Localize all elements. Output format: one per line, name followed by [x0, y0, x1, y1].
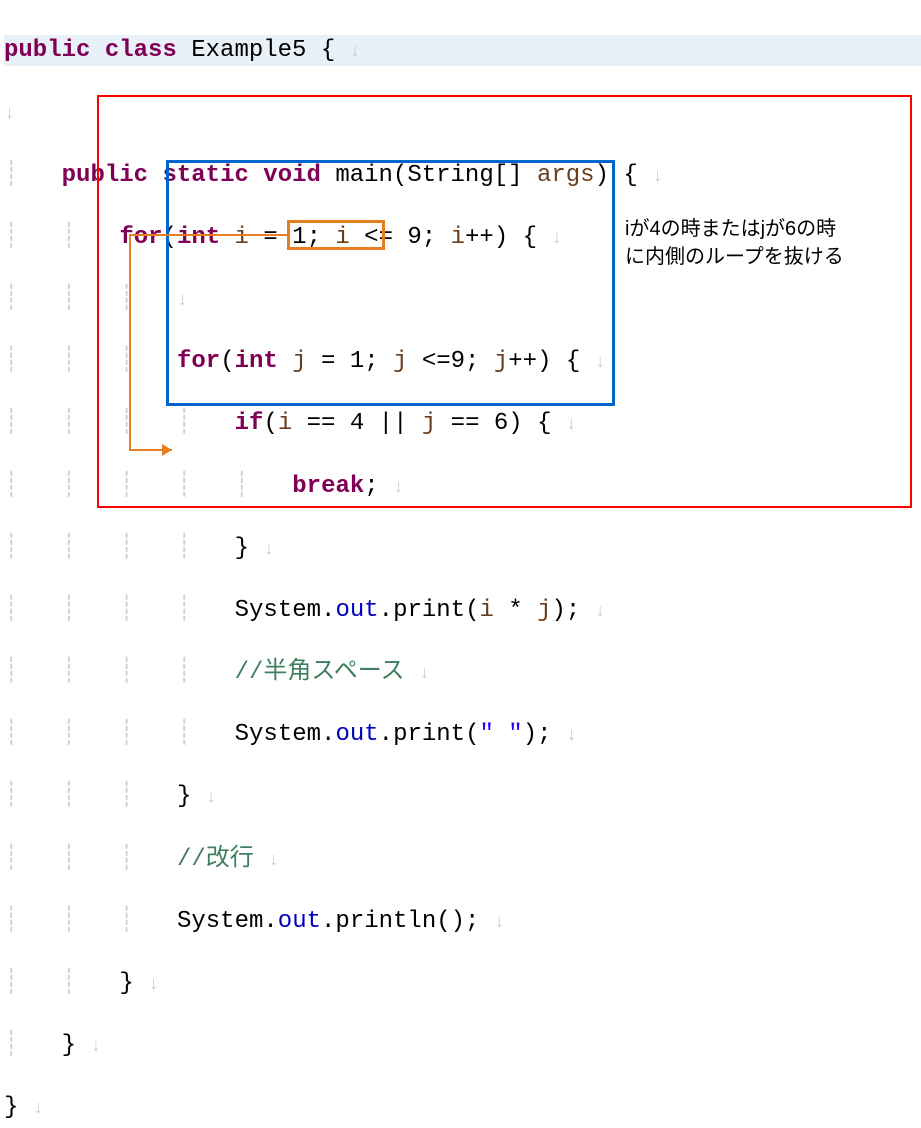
code-line-3: ┊ public static void main(String[] args)… [4, 160, 921, 191]
annotation-text: iが4の時またはjが6の時 に内側のループを抜ける [625, 215, 905, 271]
brace-close: } [4, 1094, 18, 1121]
type-int: int [235, 348, 293, 375]
code-line-13: ┊ ┊ ┊ } ↓ [4, 781, 921, 812]
annotation-line-1: iが4の時またはjが6の時 [625, 218, 836, 240]
code-line-7: ┊ ┊ ┊ ┊ if(i == 4 || j == 6) { ↓ [4, 408, 921, 439]
line-end-marker: ↓ [33, 1099, 44, 1119]
line-end-marker: ↓ [350, 42, 361, 62]
line-end-marker: ↓ [652, 167, 663, 187]
line-end-marker: ↓ [595, 353, 606, 373]
line-end-marker: ↓ [494, 913, 505, 933]
line-end-marker: ↓ [206, 788, 217, 808]
code-line-10: ┊ ┊ ┊ ┊ System.out.print(i * j); ↓ [4, 595, 921, 626]
method-main: main [335, 162, 393, 189]
keyword-public-class: public class [4, 37, 191, 64]
type-int: int [177, 224, 235, 251]
line-end-marker: ↓ [268, 851, 279, 871]
code-line-14: ┊ ┊ ┊ //改行 ↓ [4, 844, 921, 875]
param-args: args [537, 162, 595, 189]
line-end-marker: ↓ [263, 540, 274, 560]
keyword-if: if [235, 410, 264, 437]
code-line-11: ┊ ┊ ┊ ┊ //半角スペース ↓ [4, 657, 921, 688]
code-line-15: ┊ ┊ ┊ System.out.println(); ↓ [4, 906, 921, 937]
keyword-public-static-void: public static void [62, 162, 336, 189]
field-out: out [335, 597, 378, 624]
line-end-marker: ↓ [148, 975, 159, 995]
annotation-line-2: に内側のループを抜ける [625, 246, 844, 268]
var-i: i [235, 224, 249, 251]
params-close: ) { [595, 162, 638, 189]
field-out: out [335, 721, 378, 748]
code-editor: public class Example5 { ↓ ↓ ┊ public sta… [0, 0, 921, 1128]
comment-newline: //改行 [177, 846, 254, 873]
class-name: Example5 [191, 37, 306, 64]
code-line-2: ↓ [4, 97, 921, 128]
brace-close: } [62, 1032, 76, 1059]
brace-close: } [235, 535, 249, 562]
field-out: out [278, 908, 321, 935]
code-line-5: ┊ ┊ ┊ ↓ [4, 284, 921, 315]
code-line-9: ┊ ┊ ┊ ┊ } ↓ [4, 533, 921, 564]
code-line-8: ┊ ┊ ┊ ┊ ┊ break; ↓ [4, 471, 921, 502]
line-end-marker: ↓ [419, 664, 430, 684]
line-end-marker: ↓ [595, 602, 606, 622]
keyword-for: for [119, 224, 162, 251]
var-j: j [292, 348, 306, 375]
brace-close: } [177, 783, 191, 810]
line-end-marker: ↓ [566, 415, 577, 435]
comment-space: //半角スペース [235, 659, 405, 686]
brace-close: } [119, 970, 133, 997]
line-end-marker: ↓ [177, 291, 188, 311]
code-line-6: ┊ ┊ ┊ for(int j = 1; j <=9; j++) { ↓ [4, 346, 921, 377]
keyword-for-inner: for [177, 348, 220, 375]
line-end-marker: ↓ [566, 726, 577, 746]
code-line-12: ┊ ┊ ┊ ┊ System.out.print(" "); ↓ [4, 719, 921, 750]
string-literal: " " [480, 721, 523, 748]
code-line-18: } ↓ [4, 1092, 921, 1123]
brace: { [306, 37, 335, 64]
code-line-1: public class Example5 { ↓ [4, 35, 921, 66]
code-line-16: ┊ ┊ } ↓ [4, 968, 921, 999]
line-end-marker: ↓ [551, 229, 562, 249]
line-end-marker: ↓ [393, 478, 404, 498]
code-line-17: ┊ } ↓ [4, 1030, 921, 1061]
keyword-break: break [292, 473, 364, 500]
line-end-marker: ↓ [4, 104, 15, 124]
params-open: (String[] [393, 162, 537, 189]
line-end-marker: ↓ [90, 1037, 101, 1057]
